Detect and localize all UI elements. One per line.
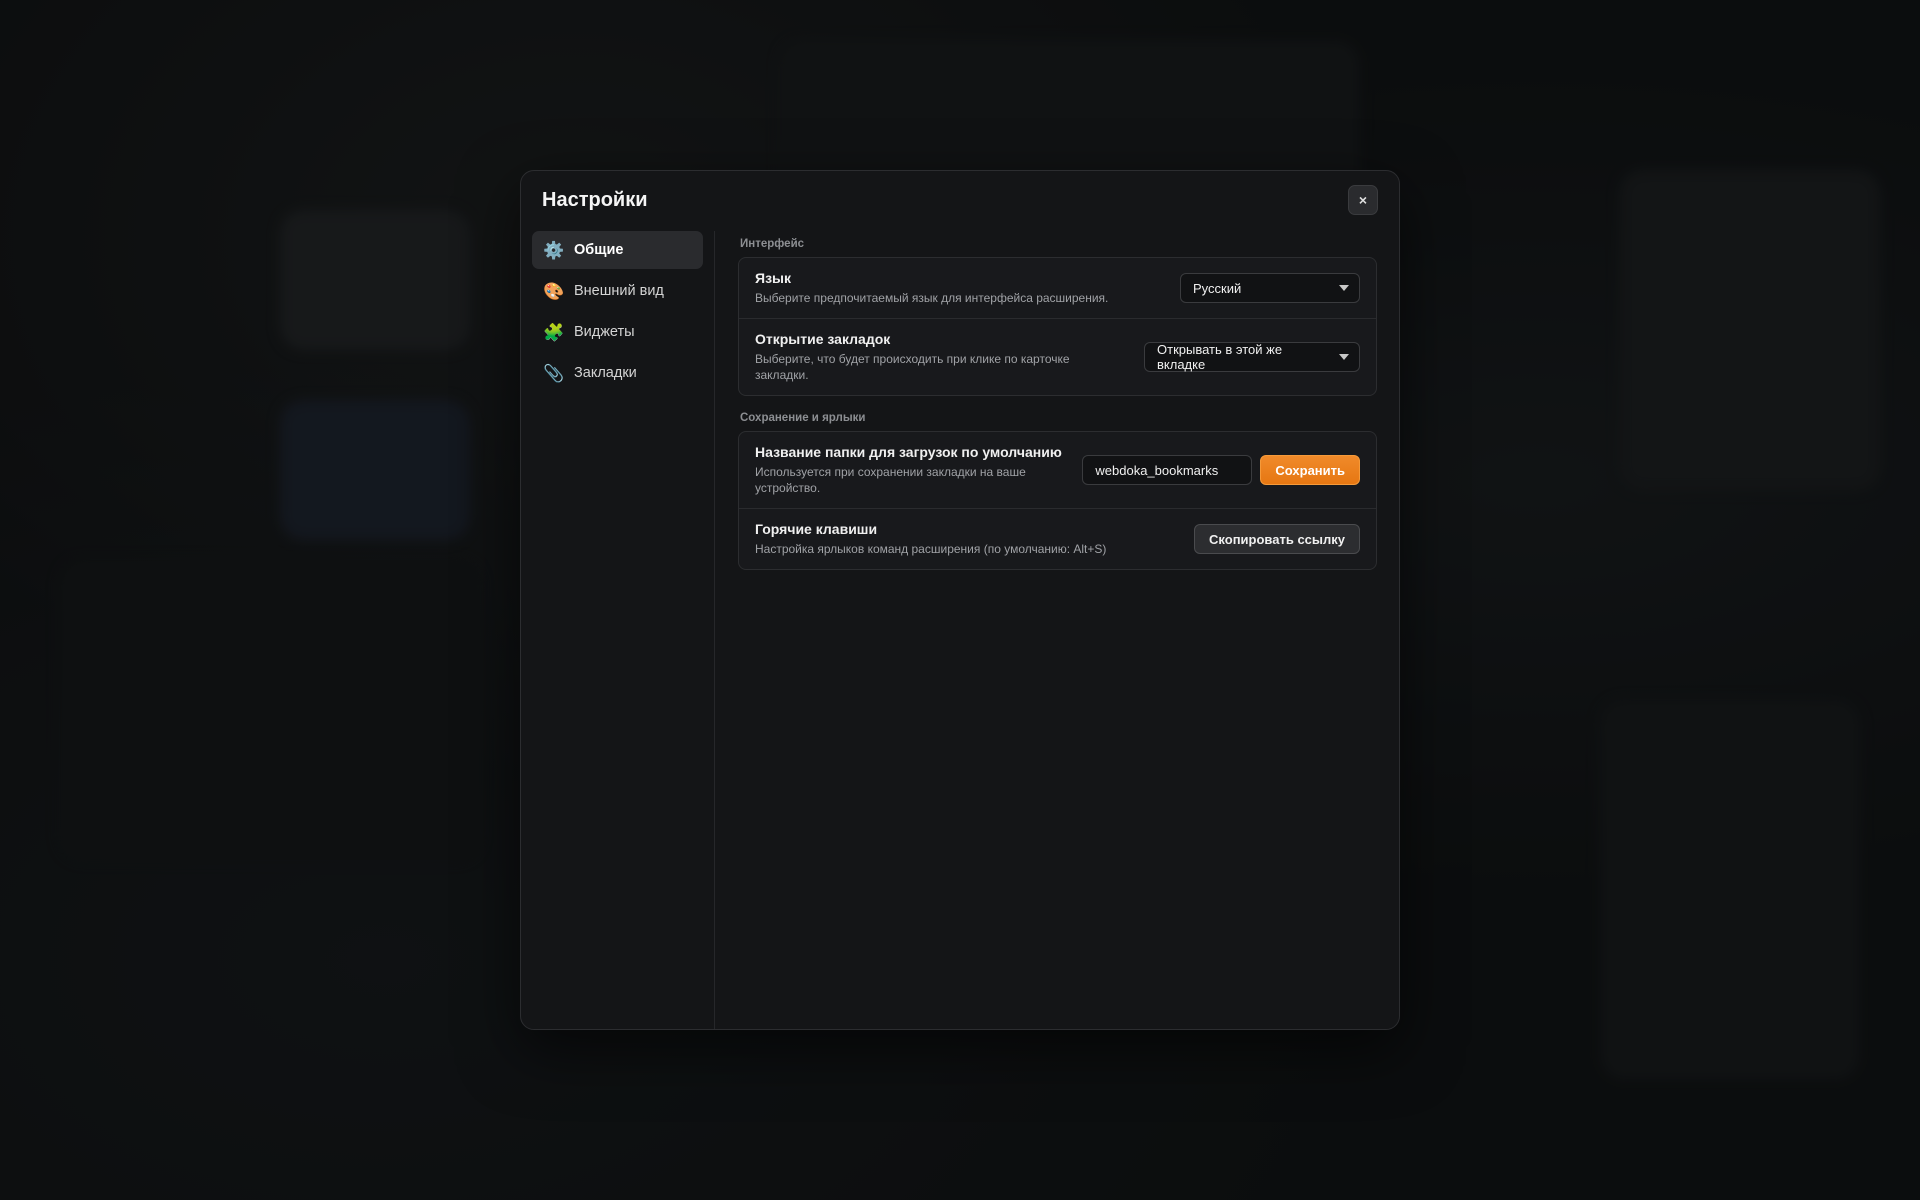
sidebar-item-general[interactable]: ⚙️ Общие (532, 231, 703, 269)
section-label-interface: Интерфейс (740, 238, 805, 250)
close-button[interactable]: × (1348, 185, 1378, 215)
bookmark-open-select[interactable]: Открывать в этой же вкладке (1144, 342, 1360, 372)
folder-desc: Используется при сохранении закладки на … (755, 465, 1026, 495)
language-desc: Выберите предпочитаемый язык для интерфе… (755, 291, 1109, 305)
language-row: Язык Выберите предпочитаемый язык для ин… (739, 258, 1376, 318)
close-icon: × (1358, 192, 1368, 208)
sidebar-item-appearance[interactable]: 🎨 Внешний вид (532, 272, 703, 310)
language-title: Язык (755, 270, 791, 286)
sidebar-item-label: Внешний вид (574, 283, 664, 299)
folder-title: Название папки для загрузок по умолчанию (755, 444, 1062, 460)
folder-row: Название папки для загрузок по умолчанию… (739, 432, 1376, 508)
bookmark-open-select-value: Открывать в этой же вкладке (1157, 342, 1283, 372)
chevron-down-icon (1339, 354, 1349, 360)
puzzle-icon: 🧩 (543, 322, 565, 342)
paperclip-icon: 📎 (543, 363, 565, 383)
folder-name-input[interactable] (1082, 455, 1253, 485)
sidebar-item-bookmarks[interactable]: 📎 Закладки (532, 354, 703, 392)
settings-sidebar: ⚙️ Общие 🎨 Внешний вид 🧩 Виджеты 📎 Закла… (521, 231, 715, 1029)
modal-title: Настройки (542, 189, 648, 211)
hotkeys-desc: Настройка ярлыков команд расширения (по … (755, 542, 1107, 556)
sidebar-item-label: Виджеты (574, 324, 635, 340)
chevron-down-icon (1339, 285, 1349, 291)
palette-icon: 🎨 (543, 281, 565, 301)
section-label-saving: Сохранение и ярлыки (740, 412, 866, 424)
gear-icon: ⚙️ (543, 240, 565, 260)
settings-content: Интерфейс Язык Выберите предпочитаемый я… (738, 231, 1377, 592)
hotkeys-title: Горячие клавиши (755, 521, 878, 537)
interface-card: Язык Выберите предпочитаемый язык для ин… (738, 257, 1377, 396)
language-select-value: Русский (1193, 280, 1242, 296)
sidebar-item-label: Общие (574, 242, 624, 258)
save-button[interactable]: Сохранить (1260, 455, 1360, 485)
bookmark-open-row: Открытие закладок Выберите, что будет пр… (739, 318, 1376, 395)
bookmark-open-title: Открытие закладок (755, 331, 891, 347)
language-select[interactable]: Русский (1180, 273, 1360, 303)
bookmark-open-desc: Выберите, что будет происходить при клик… (755, 352, 1070, 382)
sidebar-item-widgets[interactable]: 🧩 Виджеты (532, 313, 703, 351)
settings-modal: Настройки × ⚙️ Общие 🎨 Внешний вид 🧩 Вид… (520, 170, 1400, 1030)
copy-link-button[interactable]: Скопировать ссылку (1194, 524, 1360, 554)
hotkeys-row: Горячие клавиши Настройка ярлыков команд… (739, 508, 1376, 569)
saving-card: Название папки для загрузок по умолчанию… (738, 431, 1377, 570)
sidebar-item-label: Закладки (574, 365, 637, 381)
